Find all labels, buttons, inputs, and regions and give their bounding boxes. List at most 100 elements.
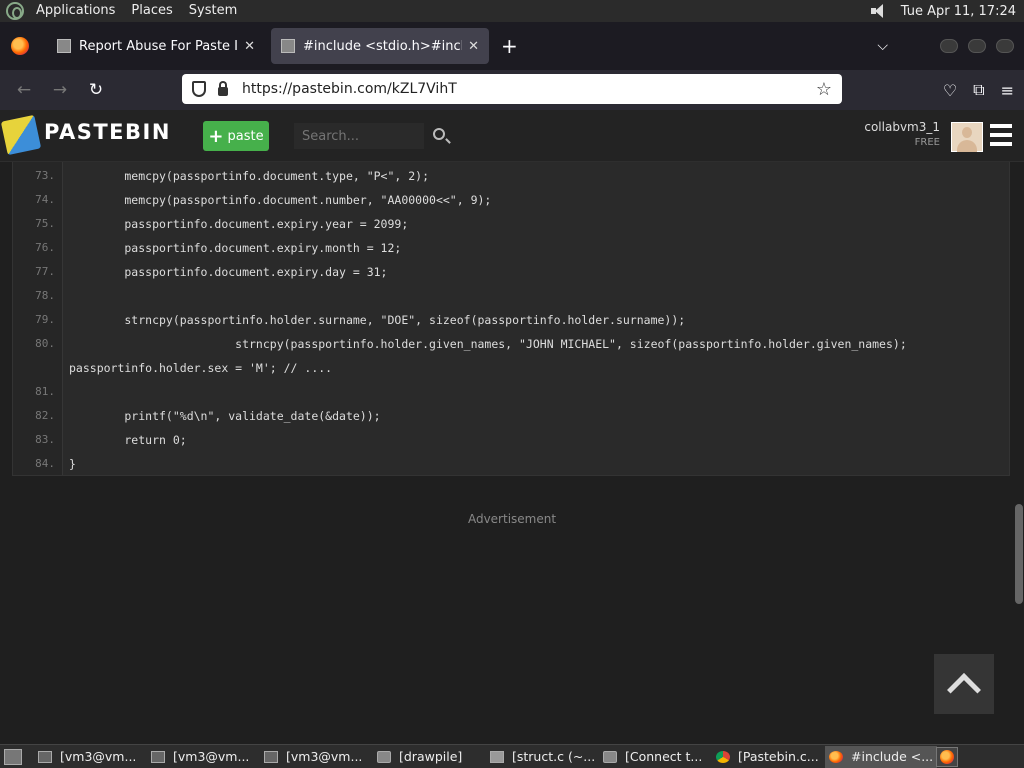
taskbar-item[interactable]: [vm3@vm... (147, 746, 259, 768)
taskbar-item-label: [Pastebin.c... (738, 749, 819, 764)
tab-label: #include <stdio.h>#include < (303, 38, 462, 54)
code-line[interactable]: passportinfo.document.expiry.month = 12; (69, 241, 401, 255)
pastebin-header: PASTEBIN + paste collabvm3_1 FREE (0, 110, 1024, 162)
bookmark-star-icon[interactable]: ☆ (816, 79, 832, 100)
line-number: 81. (35, 385, 55, 398)
taskbar-item[interactable]: [drawpile] (373, 746, 485, 768)
terminal-icon (264, 750, 278, 763)
close-tab-icon[interactable]: ✕ (244, 39, 255, 54)
line-number: 80. (35, 337, 55, 350)
taskbar-item-label: [struct.c (~... (512, 749, 596, 764)
back-arrow-icon[interactable]: ← (6, 80, 42, 100)
new-paste-button[interactable]: + paste (203, 121, 269, 151)
forward-arrow-icon[interactable]: → (42, 80, 78, 100)
system-menu[interactable]: System (181, 0, 245, 22)
paste-button-label: paste (227, 128, 264, 144)
task-list: [vm3@vm... [vm3@vm... [vm3@vm... [drawpile]… (34, 745, 938, 768)
reload-icon[interactable]: ↻ (78, 80, 114, 100)
line-number: 78. (35, 289, 55, 302)
chevron-up-icon (947, 673, 981, 707)
list-all-tabs-chevron-icon[interactable]: ⌵ (877, 38, 888, 54)
close-tab-icon[interactable]: ✕ (468, 39, 479, 54)
taskbar-item-label: [vm3@vm... (286, 749, 363, 764)
username[interactable]: collabvm3_1 (864, 120, 940, 134)
applications-menu[interactable]: Applications (28, 0, 123, 22)
chrome-icon (716, 750, 730, 763)
tab-label: Report Abuse For Paste ID: (79, 38, 239, 54)
code-line[interactable]: passportinfo.document.expiry.year = 2099… (69, 217, 408, 231)
page-scrollbar-thumb[interactable] (1015, 504, 1023, 604)
folder-icon (377, 750, 391, 763)
terminal-icon (151, 750, 165, 763)
line-number: 82. (35, 409, 55, 422)
scroll-to-top-button[interactable] (934, 654, 994, 714)
taskbar-item[interactable]: [Pastebin.c... (712, 746, 824, 768)
show-desktop-icon[interactable] (4, 748, 22, 765)
taskbar-item[interactable]: [Connect t... (599, 746, 711, 768)
new-tab-button[interactable]: + (501, 34, 518, 58)
search-input[interactable] (294, 123, 424, 149)
navigation-bar: ← → ↻ https://pastebin.com/kZL7VihT ☆ ♡ … (0, 70, 1024, 110)
taskbar-item-label: [Connect t... (625, 749, 703, 764)
line-number: 77. (35, 265, 55, 278)
search-box (294, 123, 454, 149)
places-menu[interactable]: Places (123, 0, 180, 22)
firefox-icon[interactable] (11, 37, 29, 55)
tray-firefox-icon[interactable] (936, 747, 958, 767)
taskbar-item[interactable]: [vm3@vm... (34, 746, 146, 768)
line-number: 75. (35, 217, 55, 230)
clock[interactable]: Tue Apr 11, 17:24 (901, 4, 1016, 19)
tab-report-abuse[interactable]: Report Abuse For Paste ID: ✕ (47, 28, 265, 64)
url-text[interactable]: https://pastebin.com/kZL7VihT (242, 81, 457, 97)
taskbar-item-label: [vm3@vm... (60, 749, 137, 764)
url-bar[interactable]: https://pastebin.com/kZL7VihT ☆ (182, 74, 842, 104)
maximize-window-button[interactable] (968, 39, 986, 53)
code-line[interactable]: memcpy(passportinfo.document.type, "P<",… (69, 169, 429, 183)
code-line[interactable]: passportinfo.holder.sex = 'M'; // .... (69, 361, 332, 375)
minimize-window-button[interactable] (940, 39, 958, 53)
line-number: 76. (35, 241, 55, 254)
terminal-icon (38, 750, 52, 763)
line-number: 83. (35, 433, 55, 446)
taskbar-item-label: [drawpile] (399, 749, 463, 764)
extensions-icon[interactable]: ⧉ (973, 80, 984, 100)
line-number: 79. (35, 313, 55, 326)
gnome-foot-icon[interactable] (6, 2, 24, 20)
search-icon[interactable] (433, 128, 445, 140)
plan-badge: FREE (914, 137, 940, 148)
site-menu-icon[interactable] (990, 124, 1012, 148)
code-line[interactable]: strncpy(passportinfo.holder.surname, "DO… (69, 313, 685, 327)
line-number: 74. (35, 193, 55, 206)
code-view: 73. 74. 75. 76. 77. 78. 79. 80. 81. 82. 83. 84. mem… (12, 162, 1010, 476)
taskbar-item[interactable]: [vm3@vm... (260, 746, 372, 768)
taskbar-item-label: #include <... (851, 749, 934, 764)
code-line[interactable]: } (69, 457, 76, 471)
tracking-shield-icon[interactable] (192, 81, 206, 97)
pastebin-logo-text[interactable]: PASTEBIN (44, 120, 171, 144)
code-line[interactable]: strncpy(passportinfo.holder.given_names,… (69, 337, 907, 351)
code-line[interactable]: return 0; (69, 433, 186, 447)
volume-icon[interactable] (870, 4, 889, 18)
user-info[interactable]: collabvm3_1 FREE (864, 120, 940, 148)
pocket-icon[interactable]: ♡ (943, 81, 957, 100)
taskbar-item[interactable]: #include <... (825, 745, 937, 768)
folder-icon (603, 750, 617, 763)
avatar[interactable] (951, 122, 983, 152)
edit-icon (490, 750, 504, 763)
pastebin-logo-icon[interactable] (0, 114, 42, 156)
code-line[interactable]: printf("%d\n", validate_date(&date)); (69, 409, 380, 423)
advertisement-label: Advertisement (467, 512, 557, 526)
line-number: 73. (35, 169, 55, 182)
close-window-button[interactable] (996, 39, 1014, 53)
code-line[interactable]: memcpy(passportinfo.document.number, "AA… (69, 193, 491, 207)
lock-icon[interactable] (218, 81, 228, 96)
tab-include-stdio[interactable]: #include <stdio.h>#include < ✕ (271, 28, 489, 64)
hamburger-menu-icon[interactable]: ≡ (1001, 81, 1014, 100)
code-line[interactable]: passportinfo.document.expiry.day = 31; (69, 265, 387, 279)
taskbar-item-label: [vm3@vm... (173, 749, 250, 764)
tab-strip: Report Abuse For Paste ID: ✕ #include <s… (0, 22, 1024, 70)
line-number: 84. (35, 457, 55, 470)
taskbar: [vm3@vm... [vm3@vm... [vm3@vm... [drawpile]… (0, 744, 1024, 768)
pastebin-favicon-icon (281, 39, 295, 53)
taskbar-item[interactable]: [struct.c (~... (486, 746, 598, 768)
